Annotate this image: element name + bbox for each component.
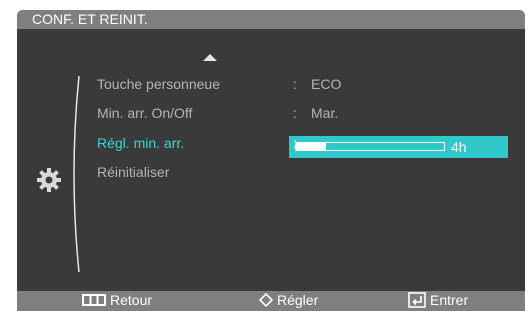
adjust-button[interactable]: Régler [259, 292, 318, 308]
gear-icon [37, 168, 61, 192]
menu-item-touche-personneue[interactable]: Touche personneue : ECO [97, 73, 507, 95]
back-button[interactable]: Retour [82, 292, 152, 308]
adjust-label: Régler [277, 292, 319, 308]
osd-panel: CONF. ET REINIT. Touche personneue : ECO… [17, 10, 525, 311]
footer-bar: Retour Régler Entrer [17, 291, 525, 311]
menu-item-label: Min. arr. On/Off [97, 105, 193, 121]
separator: : [293, 76, 297, 92]
menu-item-reinitialiser[interactable]: Réinitialiser [97, 161, 507, 183]
enter-icon [408, 292, 426, 308]
enter-label: Entrer [430, 292, 469, 308]
menu-item-value: Mar. [311, 105, 339, 121]
enter-button[interactable]: Entrer [408, 292, 468, 308]
menu-title: CONF. ET REINIT. [32, 11, 148, 27]
menu-item-min-arr-onoff[interactable]: Min. arr. On/Off : Mar. [97, 102, 507, 124]
menu-content: Touche personneue : ECO Min. arr. On/Off… [17, 29, 525, 291]
back-label: Retour [110, 292, 153, 308]
separator: : [293, 105, 297, 121]
diamond-icon [259, 293, 273, 307]
menu-item-regl-min-arr[interactable]: Régl. min. arr. : [97, 132, 507, 154]
title-bar: CONF. ET REINIT. [17, 10, 525, 29]
menu-icon [82, 294, 106, 306]
bracket-icon [73, 75, 80, 273]
menu-item-value: ECO [311, 76, 342, 92]
up-arrow-icon[interactable] [203, 54, 217, 61]
menu-item-label: Touche personneue [97, 76, 220, 92]
menu-item-label: Réinitialiser [97, 164, 170, 180]
menu-item-label: Régl. min. arr. [97, 135, 185, 151]
separator: : [293, 135, 297, 151]
